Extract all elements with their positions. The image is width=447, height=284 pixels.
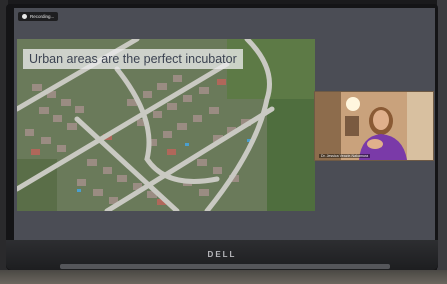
recording-indicator[interactable]: Recording...: [18, 12, 59, 21]
laptop-hinge: [60, 264, 390, 269]
participant-name: Dr. Jessica Veazie-Nakamura: [319, 154, 371, 158]
shared-slide: Urban areas are the perfect incubator: [17, 39, 315, 211]
dell-logo: DELL: [207, 250, 237, 259]
desk-surface: [0, 270, 447, 284]
participant-video-tile[interactable]: Dr. Jessica Veazie-Nakamura: [314, 91, 434, 161]
slide-title: Urban areas are the perfect incubator: [23, 49, 243, 69]
meeting-screen: Recording... Urban areas are the perfect…: [14, 8, 435, 240]
record-icon: [22, 14, 27, 19]
background-wall-right: [437, 0, 447, 284]
recording-label: Recording...: [30, 14, 55, 19]
participant-video-feed: [315, 92, 433, 160]
